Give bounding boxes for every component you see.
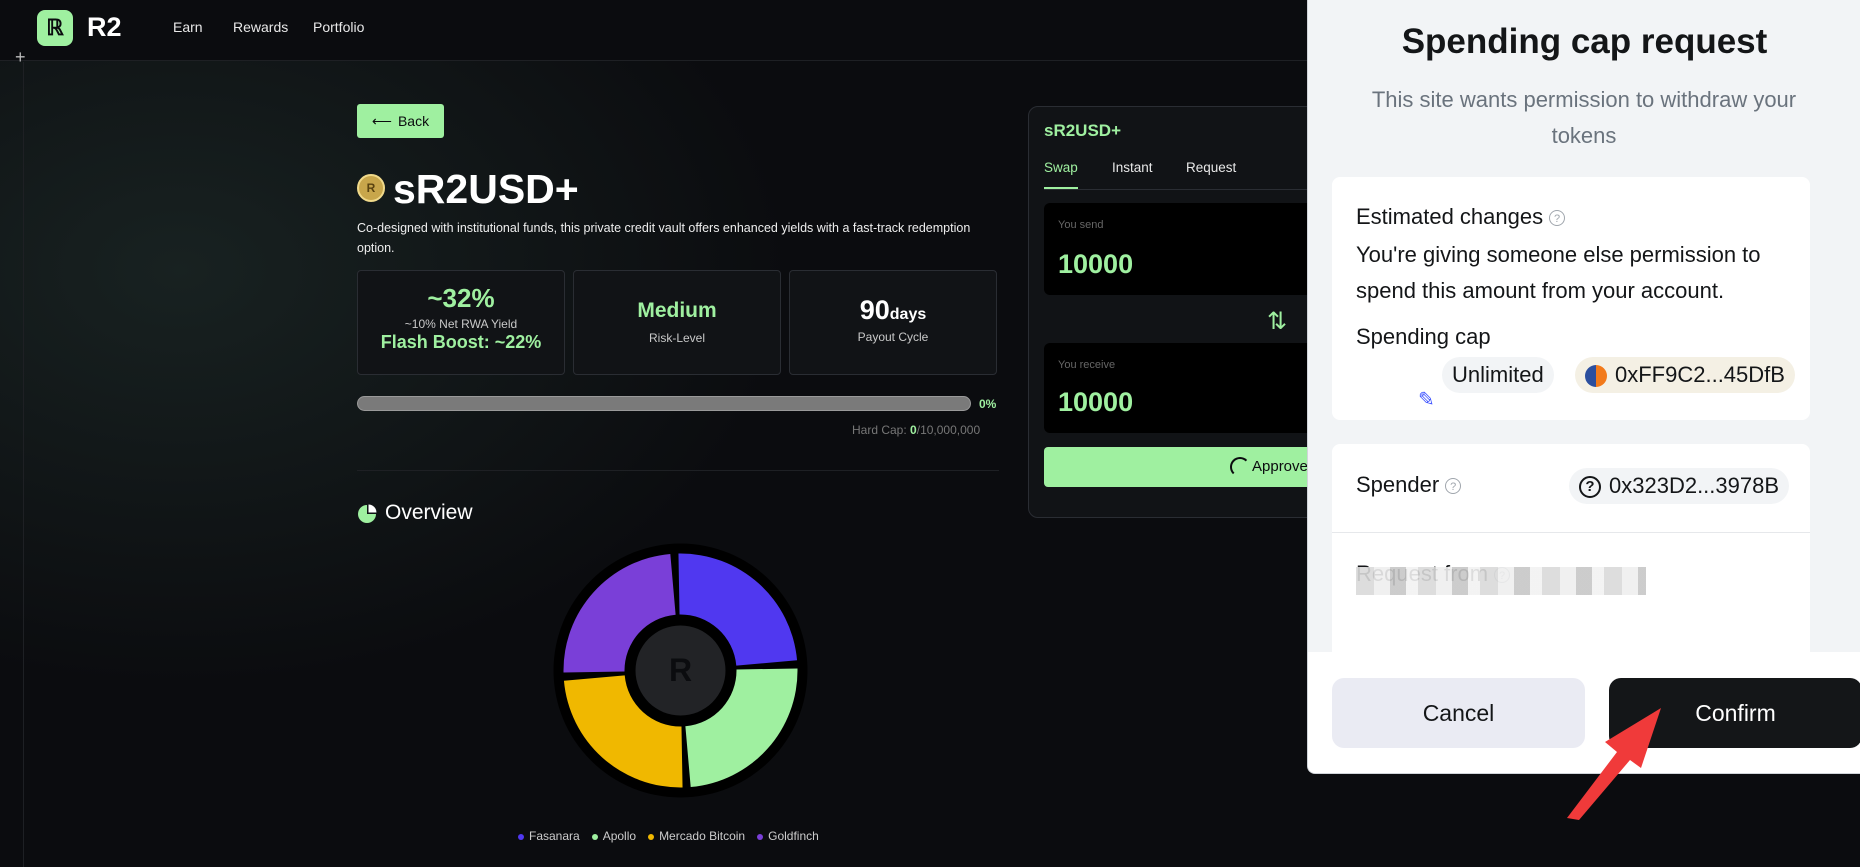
approve-button[interactable]: Approve — [1044, 447, 1349, 487]
legend-dot — [648, 833, 655, 840]
back-label: Back — [397, 113, 430, 129]
tab-request[interactable]: Request — [1186, 160, 1236, 175]
progress-percent: 0% — [979, 397, 997, 411]
send-box[interactable]: You send 10000 — [1044, 203, 1349, 295]
divider — [1332, 532, 1810, 533]
legend-label: Fasanara — [529, 829, 580, 843]
tab-instant[interactable]: Instant — [1112, 160, 1153, 175]
pie-chart-icon — [358, 504, 377, 523]
spender-label: Spender — [1356, 472, 1440, 497]
help-icon[interactable]: ? — [1549, 210, 1566, 227]
hard-cap-value: 0 — [910, 423, 917, 437]
r2-logo-icon[interactable]: ℝ — [37, 10, 73, 46]
divider — [1044, 189, 1349, 190]
spender-address-pill[interactable]: ? 0x323D2...3978B — [1569, 468, 1790, 504]
payout-value: 90 — [859, 295, 890, 325]
flash-boost: Flash Boost: ~22% — [380, 332, 542, 352]
receive-label: You receive — [1058, 359, 1116, 371]
token-icon: R — [357, 174, 385, 202]
swap-direction-icon[interactable]: ⇅ — [1267, 307, 1287, 336]
hard-cap: Hard Cap: 0/10,000,000 — [852, 423, 980, 437]
vault-description: Co-designed with institutional funds, th… — [357, 221, 971, 255]
legend-dot — [757, 833, 764, 840]
redacted-origin — [1356, 567, 1646, 595]
cancel-button[interactable]: Cancel — [1332, 678, 1585, 748]
risk-card: Medium Risk-Level — [573, 270, 781, 375]
payout-label: Payout Cycle — [857, 330, 929, 344]
back-button[interactable]: ⟵ Back — [357, 104, 444, 138]
token-address: 0xFF9C2...45DfB — [1615, 362, 1785, 387]
spending-cap-value[interactable]: Unlimited — [1442, 357, 1554, 393]
estimated-changes-card: Estimated changes? You're giving someone… — [1332, 177, 1810, 420]
receive-amount: 10000 — [1058, 387, 1134, 417]
dialog-subtitle: This site wants permission to withdraw y… — [1371, 87, 1797, 148]
receive-box: You receive 10000 — [1044, 343, 1349, 433]
hard-cap-label: Hard Cap: — [852, 423, 907, 437]
approve-label: Approve — [1252, 458, 1308, 475]
progress-bar — [357, 396, 971, 411]
divider — [23, 62, 24, 867]
tab-swap[interactable]: Swap — [1044, 160, 1078, 175]
estimated-changes-heading: Estimated changes? — [1356, 204, 1566, 230]
dialog-footer: Cancel Confirm — [1308, 652, 1860, 773]
page-title: sR2USD+ — [393, 166, 579, 212]
nav-rewards[interactable]: Rewards — [233, 19, 288, 35]
loading-spinner-icon — [1230, 457, 1250, 477]
yield-sub: ~10% Net RWA Yield — [404, 317, 518, 331]
legend-item: Fasanara — [518, 829, 580, 843]
payout-card: 90days Payout Cycle — [789, 270, 997, 375]
token-address-pill[interactable]: 0xFF9C2...45DfB — [1575, 357, 1795, 393]
nav-earn[interactable]: Earn — [173, 19, 203, 35]
divider — [357, 470, 999, 471]
arrow-left-icon: ⟵ — [371, 112, 392, 129]
confirm-button[interactable]: Confirm — [1609, 678, 1860, 748]
legend-label: Goldfinch — [768, 829, 819, 843]
overview-title: Overview — [385, 501, 473, 524]
legend-item: Goldfinch — [757, 829, 819, 843]
legend-label: Mercado Bitcoin — [659, 829, 746, 843]
spender-heading: Spender? — [1356, 472, 1462, 498]
legend-dot — [518, 833, 524, 840]
payout-value-row: 90days — [790, 295, 996, 326]
r2-center-logo-icon: R — [669, 652, 692, 688]
legend-label: Apollo — [602, 829, 637, 843]
yield-value: ~32% — [427, 283, 495, 313]
risk-value: Medium — [637, 299, 717, 322]
question-icon: ? — [1579, 476, 1601, 499]
chart-legend: Fasanara Apollo Mercado Bitcoin Goldfinch — [518, 829, 819, 843]
send-label: You send — [1058, 219, 1104, 231]
risk-label: Risk-Level — [648, 331, 705, 345]
details-card: Spender? ?0x323D2...3978B Request from? — [1332, 444, 1810, 652]
hard-cap-total: /10,000,000 — [916, 423, 981, 437]
allocation-donut-chart: R — [553, 543, 808, 798]
estimated-changes-text: You're giving someone else permission to… — [1356, 242, 1761, 303]
nav-portfolio[interactable]: Portfolio — [313, 19, 364, 35]
legend-item: Apollo — [591, 829, 637, 843]
spender-address: 0x323D2...3978B — [1609, 473, 1780, 498]
spending-cap-dialog: Spending cap request This site wants per… — [1307, 0, 1860, 774]
send-amount[interactable]: 10000 — [1058, 249, 1133, 280]
swap-panel: sR2USD+ Swap Instant Request You send 10… — [1028, 106, 1350, 518]
payout-unit: days — [889, 306, 927, 323]
legend-dot — [591, 833, 598, 840]
swap-title: sR2USD+ — [1044, 121, 1122, 140]
pencil-icon[interactable]: ✎ — [1418, 387, 1435, 412]
estimated-changes-label: Estimated changes — [1356, 204, 1544, 229]
dialog-title: Spending cap request — [1401, 22, 1768, 61]
legend-item: Mercado Bitcoin — [648, 829, 745, 843]
logo-text[interactable]: R2 — [87, 12, 122, 43]
help-icon[interactable]: ? — [1445, 478, 1462, 495]
spending-cap-label: Spending cap — [1356, 324, 1491, 349]
token-avatar-icon — [1585, 365, 1607, 388]
yield-card: ~32% ~10% Net RWA Yield Flash Boost: ~22… — [357, 270, 565, 375]
